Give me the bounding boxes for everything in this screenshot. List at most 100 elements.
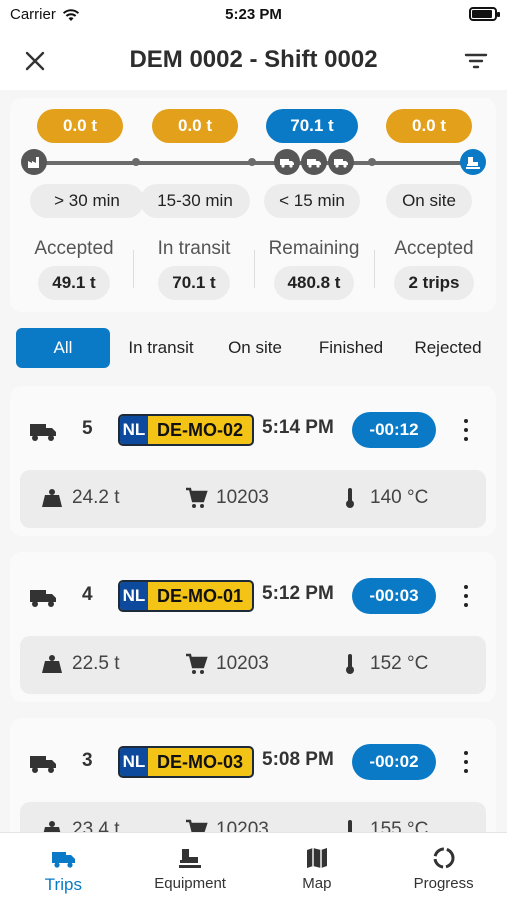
weight-icon	[42, 655, 62, 673]
tonnage-pill-under15: 70.1 t	[266, 109, 358, 143]
delay-badge: -00:03	[352, 578, 436, 614]
cart-icon	[186, 487, 208, 508]
weight-detail: 22.5 t	[40, 652, 120, 676]
trip-number: 5	[82, 418, 93, 439]
thermometer-icon	[346, 654, 354, 674]
tonnage-pill-15-30: 0.0 t	[152, 109, 238, 143]
map-icon	[306, 848, 327, 868]
trip-details: 22.5 t 10203 152 °C	[20, 636, 486, 694]
track-tick	[368, 158, 376, 166]
plate-number: DE-MO-02	[156, 420, 243, 440]
tab-finished[interactable]: Finished	[298, 328, 404, 368]
stat-accepted-tonnage: Accepted 49.1 t	[14, 238, 134, 300]
truck-icon	[30, 424, 56, 441]
stat-remaining: Remaining 480.8 t	[254, 238, 374, 300]
truck-icon	[301, 149, 327, 175]
order-detail: 10203	[184, 652, 269, 676]
header: DEM 0002 - Shift 0002	[0, 30, 507, 90]
temperature-value: 140 °C	[370, 487, 429, 508]
trip-number: 3	[82, 750, 93, 771]
stat-label: Accepted	[394, 238, 474, 259]
trip-card[interactable]: 4 NL DE-MO-01 5:12 PM -00:03 22.5 t 1020…	[10, 552, 496, 702]
order-detail: 10203	[184, 486, 269, 510]
order-value: 10203	[216, 487, 269, 508]
filter-tabs: All In transit On site Finished Rejected	[16, 326, 492, 370]
tab-trips[interactable]: Trips	[0, 833, 127, 900]
temperature-detail: 140 °C	[338, 486, 428, 510]
more-options-icon[interactable]	[454, 582, 478, 610]
more-options-icon[interactable]	[454, 748, 478, 776]
trip-number: 4	[82, 584, 93, 605]
weight-detail: 24.2 t	[40, 486, 120, 510]
temperature-value: 152 °C	[370, 653, 429, 674]
truck-icon	[30, 590, 56, 607]
truck-icon	[328, 149, 354, 175]
plate-number: DE-MO-03	[156, 752, 243, 772]
stat-in-transit: In transit 70.1 t	[134, 238, 254, 300]
paver-icon	[460, 149, 486, 175]
tab-equipment[interactable]: Equipment	[127, 833, 254, 900]
progress-icon	[433, 847, 455, 869]
range-chip-onsite: On site	[386, 184, 472, 218]
more-options-icon[interactable]	[454, 416, 478, 444]
range-chip-30plus: > 30 min	[30, 184, 144, 218]
bottom-tab-bar: Trips Equipment Map Progress	[0, 832, 507, 900]
stat-value: 2 trips	[394, 266, 474, 300]
stat-label: In transit	[157, 238, 231, 259]
summary-card: 0.0 t 0.0 t 70.1 t 0.0 t > 30 min 15-30 …	[10, 98, 496, 312]
stat-label: Remaining	[268, 238, 360, 259]
trip-time: 5:12 PM	[262, 583, 334, 604]
tab-progress[interactable]: Progress	[380, 833, 507, 900]
plate-number: DE-MO-01	[156, 586, 243, 606]
trip-card[interactable]: 5 NL DE-MO-02 5:14 PM -00:12 24.2 t 1020…	[10, 386, 496, 536]
paver-icon	[179, 849, 202, 868]
truck-icon	[52, 852, 76, 868]
order-value: 10203	[216, 653, 269, 674]
tab-on-site[interactable]: On site	[212, 328, 298, 368]
tab-map[interactable]: Map	[254, 833, 381, 900]
status-bar: Carrier 5:23 PM	[0, 0, 507, 30]
license-plate: NL DE-MO-02	[118, 414, 254, 446]
delay-badge: -00:02	[352, 744, 436, 780]
stat-value: 480.8 t	[273, 266, 355, 300]
cart-icon	[186, 653, 208, 674]
thermometer-icon	[346, 488, 354, 508]
track-tick	[248, 158, 256, 166]
trip-time: 5:08 PM	[262, 749, 334, 770]
page-title: DEM 0002 - Shift 0002	[129, 46, 378, 73]
license-plate: NL DE-MO-03	[118, 746, 254, 778]
trip-details: 24.2 t 10203 140 °C	[20, 470, 486, 528]
plate-country: NL	[120, 582, 148, 610]
tonnage-pill-30plus: 0.0 t	[37, 109, 123, 143]
track-tick	[132, 158, 140, 166]
tonnage-pill-onsite: 0.0 t	[386, 109, 472, 143]
tab-in-transit[interactable]: In transit	[110, 328, 212, 368]
weight-value: 24.2 t	[72, 487, 120, 508]
stat-value: 70.1 t	[158, 266, 230, 300]
battery-icon	[469, 7, 500, 21]
weight-value: 22.5 t	[72, 653, 120, 674]
tab-label: Trips	[44, 875, 82, 894]
tab-label: Map	[302, 875, 332, 892]
stat-accepted-trips: Accepted 2 trips	[374, 238, 494, 300]
truck-icon	[30, 756, 56, 773]
clock: 5:23 PM	[225, 6, 282, 23]
tab-all[interactable]: All	[16, 328, 110, 368]
range-chip-under15: < 15 min	[264, 184, 360, 218]
temperature-detail: 152 °C	[338, 652, 428, 676]
truck-icon	[274, 149, 300, 175]
stat-value: 49.1 t	[38, 266, 110, 300]
range-chip-15-30: 15-30 min	[140, 184, 250, 218]
filter-icon[interactable]	[463, 48, 489, 74]
weight-icon	[42, 489, 62, 507]
plate-country: NL	[120, 416, 148, 444]
stat-label: Accepted	[34, 238, 114, 259]
factory-icon	[21, 149, 47, 175]
trip-time: 5:14 PM	[262, 417, 334, 438]
plate-country: NL	[120, 748, 148, 776]
tab-rejected[interactable]: Rejected	[404, 328, 492, 368]
tab-label: Progress	[413, 875, 474, 892]
license-plate: NL DE-MO-01	[118, 580, 254, 612]
delay-badge: -00:12	[352, 412, 436, 448]
tab-label: Equipment	[154, 875, 226, 892]
